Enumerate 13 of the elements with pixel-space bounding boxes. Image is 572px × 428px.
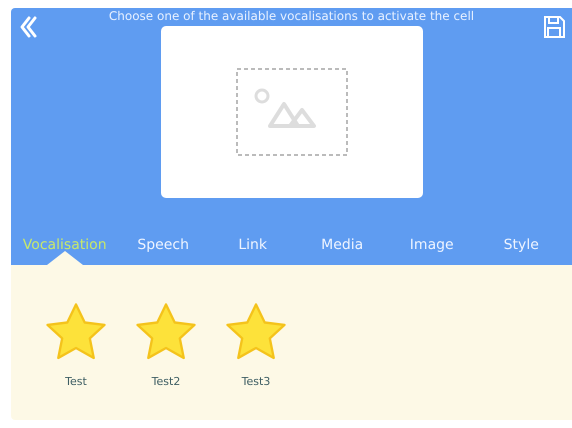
header-title: Choose one of the available vocalisations to activate the cell [108,8,476,24]
image-preview-card[interactable] [160,26,422,198]
vocalisation-label: Test [65,375,87,388]
tab[interactable]: Style [476,225,566,265]
tab[interactable]: Vocalisation [11,225,118,265]
vocalisation-label: Test3 [242,375,270,388]
tab[interactable]: Speech [118,225,208,265]
tab[interactable]: Link [208,225,298,265]
tab[interactable]: Image [386,225,476,265]
save-button[interactable] [542,14,566,40]
tab[interactable]: Media [297,225,387,265]
image-placeholder-icon [236,68,348,156]
vocalisation-label: Test2 [152,375,180,388]
